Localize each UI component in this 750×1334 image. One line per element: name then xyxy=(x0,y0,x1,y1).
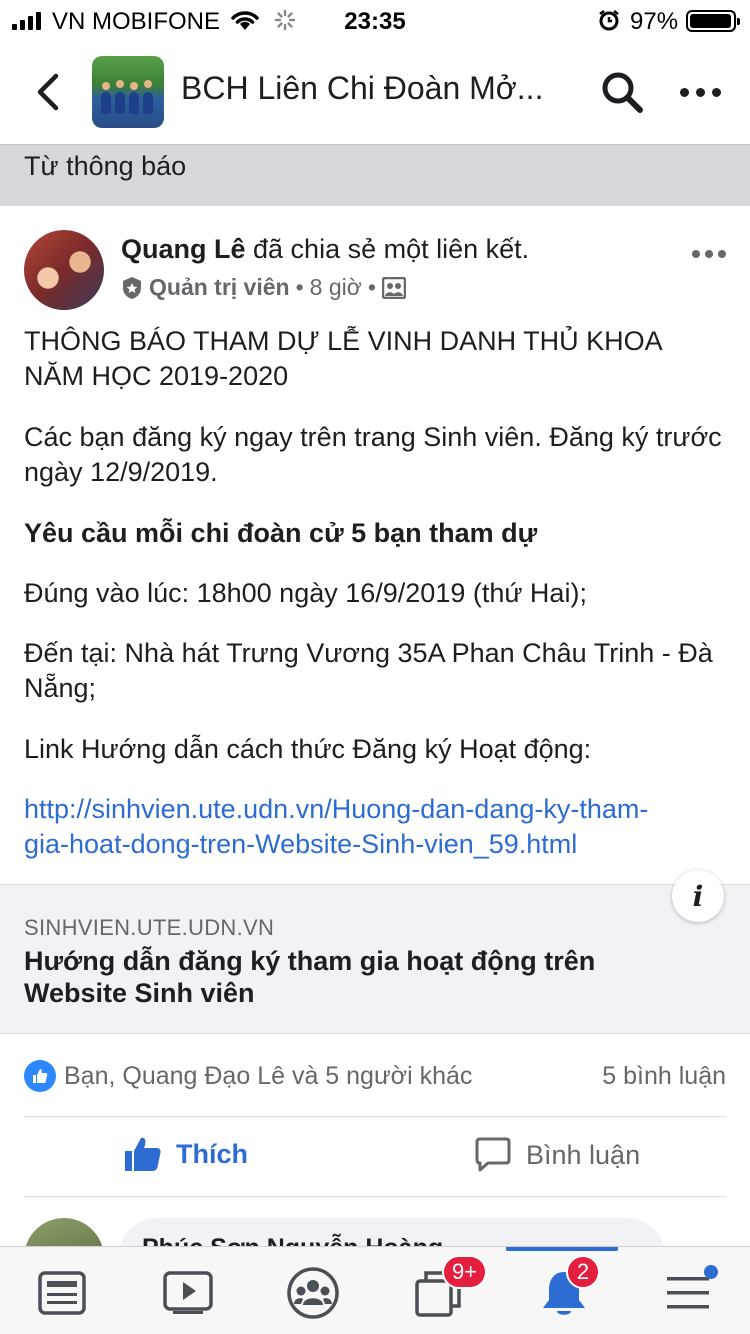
post-paragraph: Đến tại: Nhà hát Trưng Vương 35A Phan Ch… xyxy=(24,638,713,703)
watch-video-icon xyxy=(163,1271,213,1314)
group-header: BCH Liên Chi Đoàn Mở... xyxy=(0,40,750,144)
post-meta: Quản trị viên • 8 giờ • xyxy=(121,274,406,301)
group-audience-icon xyxy=(381,276,406,299)
post-action: đã chia sẻ một liên kết. xyxy=(245,234,530,264)
more-options-icon[interactable] xyxy=(680,88,724,98)
link-preview-card[interactable]: SINHVIEN.UTE.UDN.VN Hướng dẫn đăng ký th… xyxy=(0,884,750,1034)
battery-icon xyxy=(686,10,740,32)
comment-count[interactable]: 5 bình luận xyxy=(602,1062,726,1091)
groups-icon xyxy=(287,1267,339,1319)
author-role: Quản trị viên xyxy=(149,274,290,300)
section-banner-label: Từ thông báo xyxy=(24,151,187,181)
meta-separator: • xyxy=(295,274,304,300)
post-more-icon[interactable] xyxy=(692,250,726,258)
like-button[interactable]: Thích xyxy=(124,1136,248,1172)
bottom-tab-bar: 9+ 2 xyxy=(0,1246,750,1334)
notifications-badge: 2 xyxy=(566,1255,600,1289)
link-preview-title: Hướng dẫn đăng ký tham gia hoạt động trê… xyxy=(24,946,596,1008)
meta-separator: • xyxy=(367,274,376,300)
tab-groups[interactable] xyxy=(283,1265,343,1321)
post-paragraph: Đúng vào lúc: 18h00 ngày 16/9/2019 (thứ … xyxy=(24,578,587,608)
groups-badge: 9+ xyxy=(442,1255,488,1289)
comment-button[interactable]: Bình luận xyxy=(474,1136,640,1174)
like-label: Thích xyxy=(176,1138,248,1169)
battery-percent: 97% xyxy=(630,8,679,35)
author-name[interactable]: Quang Lê xyxy=(121,234,246,264)
menu-dot-badge xyxy=(704,1265,718,1279)
section-banner: Từ thông báo xyxy=(0,144,750,206)
alarm-icon xyxy=(599,10,619,31)
status-bar: VN MOBIFONE 23:35 97% xyxy=(0,0,750,40)
like-reaction-icon xyxy=(24,1060,56,1092)
hamburger-menu-icon xyxy=(667,1277,709,1309)
active-tab-indicator xyxy=(506,1247,618,1251)
author-avatar[interactable] xyxy=(24,230,104,310)
group-title[interactable]: BCH Liên Chi Đoàn Mở... xyxy=(181,70,543,107)
post-paragraph-bold: Yêu cầu mỗi chi đoàn cử 5 bạn tham dự xyxy=(24,518,538,548)
post-paragraph: THÔNG BÁO THAM DỰ LỄ VINH DANH THỦ KHOA … xyxy=(24,326,662,391)
post-actions: Thích Bình luận xyxy=(0,1118,750,1198)
info-icon[interactable]: i xyxy=(672,870,724,922)
admin-shield-icon xyxy=(123,276,141,299)
post-paragraph: Link Hướng dẫn cách thức Đăng ký Hoạt độ… xyxy=(24,734,592,764)
reactions-summary[interactable]: Bạn, Quang Đạo Lê và 5 người khác 5 bình… xyxy=(24,1058,726,1098)
search-icon[interactable] xyxy=(600,70,644,114)
post-time[interactable]: 8 giờ xyxy=(310,274,362,301)
divider xyxy=(24,1196,726,1197)
tab-watch[interactable] xyxy=(158,1265,218,1321)
reaction-names[interactable]: Bạn, Quang Đạo Lê và 5 người khác xyxy=(64,1062,472,1091)
link-preview-domain: SINHVIEN.UTE.UDN.VN xyxy=(24,915,275,940)
post-paragraph: Các bạn đăng ký ngay trên trang Sinh viê… xyxy=(24,422,722,487)
comment-bubble-icon xyxy=(475,1137,511,1172)
tab-news-feed[interactable] xyxy=(32,1265,92,1321)
comment-label: Bình luận xyxy=(526,1139,641,1170)
news-feed-icon xyxy=(38,1271,86,1315)
divider xyxy=(24,1116,726,1117)
thumbs-up-icon xyxy=(125,1137,161,1171)
back-arrow-icon[interactable] xyxy=(34,72,64,112)
post-link-line1[interactable]: http://sinhvien.ute.udn.vn/Huong-dan-dan… xyxy=(24,792,724,827)
info-glyph: i xyxy=(692,879,704,913)
group-cover-image[interactable] xyxy=(92,56,164,128)
post-header: Quang Lê đã chia sẻ một liên kết. xyxy=(121,234,529,265)
post-link-line2[interactable]: gia-hoat-dong-tren-Website-Sinh-vien_59.… xyxy=(24,827,724,862)
